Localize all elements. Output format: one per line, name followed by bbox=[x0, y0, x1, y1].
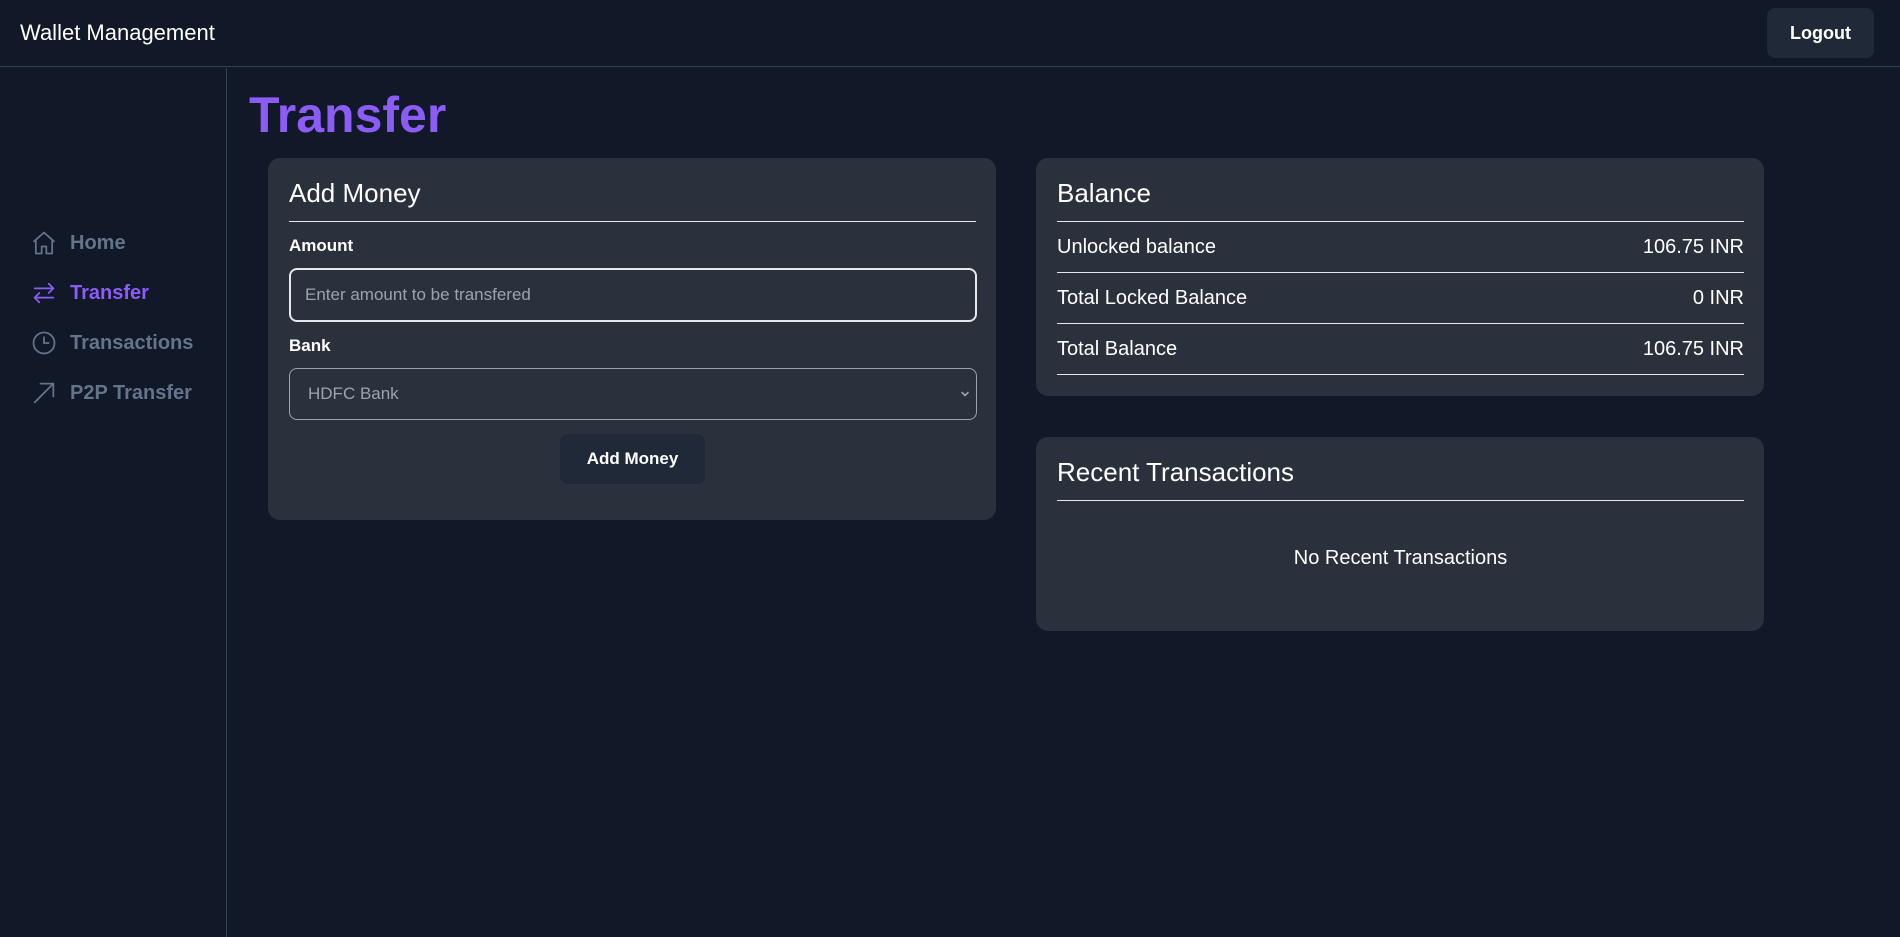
add-money-button[interactable]: Add Money bbox=[560, 434, 705, 484]
main-content: Transfer Add Money Amount Bank HDFC Bank… bbox=[228, 68, 1900, 937]
balance-row-value: 0 INR bbox=[1692, 286, 1744, 309]
balance-row-label: Unlocked balance bbox=[1057, 235, 1216, 258]
balance-row-label: Total Locked Balance bbox=[1057, 286, 1248, 309]
app-title: Wallet Management bbox=[20, 20, 215, 45]
sidebar-item-transfer[interactable]: Transfer bbox=[30, 268, 193, 318]
bank-select[interactable]: HDFC Bank bbox=[289, 368, 977, 420]
transfer-arrows-icon bbox=[30, 279, 58, 307]
arrow-up-right-icon bbox=[30, 379, 58, 407]
balance-card: Balance Unlocked balance 106.75 INR Tota… bbox=[1036, 158, 1764, 396]
balance-row-locked: Total Locked Balance 0 INR bbox=[1057, 273, 1744, 324]
balance-row-label: Total Balance bbox=[1057, 337, 1178, 360]
balance-row-total: Total Balance 106.75 INR bbox=[1057, 324, 1744, 375]
balance-title: Balance bbox=[1057, 178, 1744, 222]
chevron-down-icon bbox=[958, 386, 972, 400]
add-money-card: Add Money Amount Bank HDFC Bank Add Mone… bbox=[268, 158, 996, 520]
sidebar: Home Transfer Transactions P2P Transfer bbox=[0, 68, 227, 937]
recent-transactions-title: Recent Transactions bbox=[1057, 457, 1744, 501]
bank-label: Bank bbox=[289, 336, 331, 355]
sidebar-item-label: Home bbox=[70, 231, 126, 254]
recent-transactions-card: Recent Transactions No Recent Transactio… bbox=[1036, 437, 1764, 631]
sidebar-item-p2p-transfer[interactable]: P2P Transfer bbox=[30, 368, 193, 418]
amount-label: Amount bbox=[289, 236, 354, 255]
clock-icon bbox=[30, 329, 58, 357]
sidebar-item-label: P2P Transfer bbox=[70, 381, 192, 404]
page-title: Transfer bbox=[249, 87, 447, 143]
balance-row-unlocked: Unlocked balance 106.75 INR bbox=[1057, 222, 1744, 273]
balance-row-value: 106.75 INR bbox=[1642, 235, 1744, 258]
sidebar-nav: Home Transfer Transactions P2P Transfer bbox=[30, 218, 193, 418]
amount-input[interactable] bbox=[289, 268, 977, 322]
home-icon bbox=[30, 229, 58, 257]
sidebar-item-label: Transfer bbox=[70, 281, 149, 304]
empty-transactions-message: No Recent Transactions bbox=[1293, 547, 1508, 569]
logout-button[interactable]: Logout bbox=[1767, 8, 1874, 58]
add-money-button-row: Add Money bbox=[289, 434, 976, 484]
balance-row-value: 106.75 INR bbox=[1642, 337, 1744, 360]
sidebar-item-home[interactable]: Home bbox=[30, 218, 193, 268]
sidebar-item-label: Transactions bbox=[70, 331, 194, 354]
sidebar-item-transactions[interactable]: Transactions bbox=[30, 318, 193, 368]
add-money-title: Add Money bbox=[289, 178, 976, 222]
bank-select-value: HDFC Bank bbox=[308, 384, 399, 403]
top-bar: Wallet Management Logout bbox=[0, 0, 1900, 67]
